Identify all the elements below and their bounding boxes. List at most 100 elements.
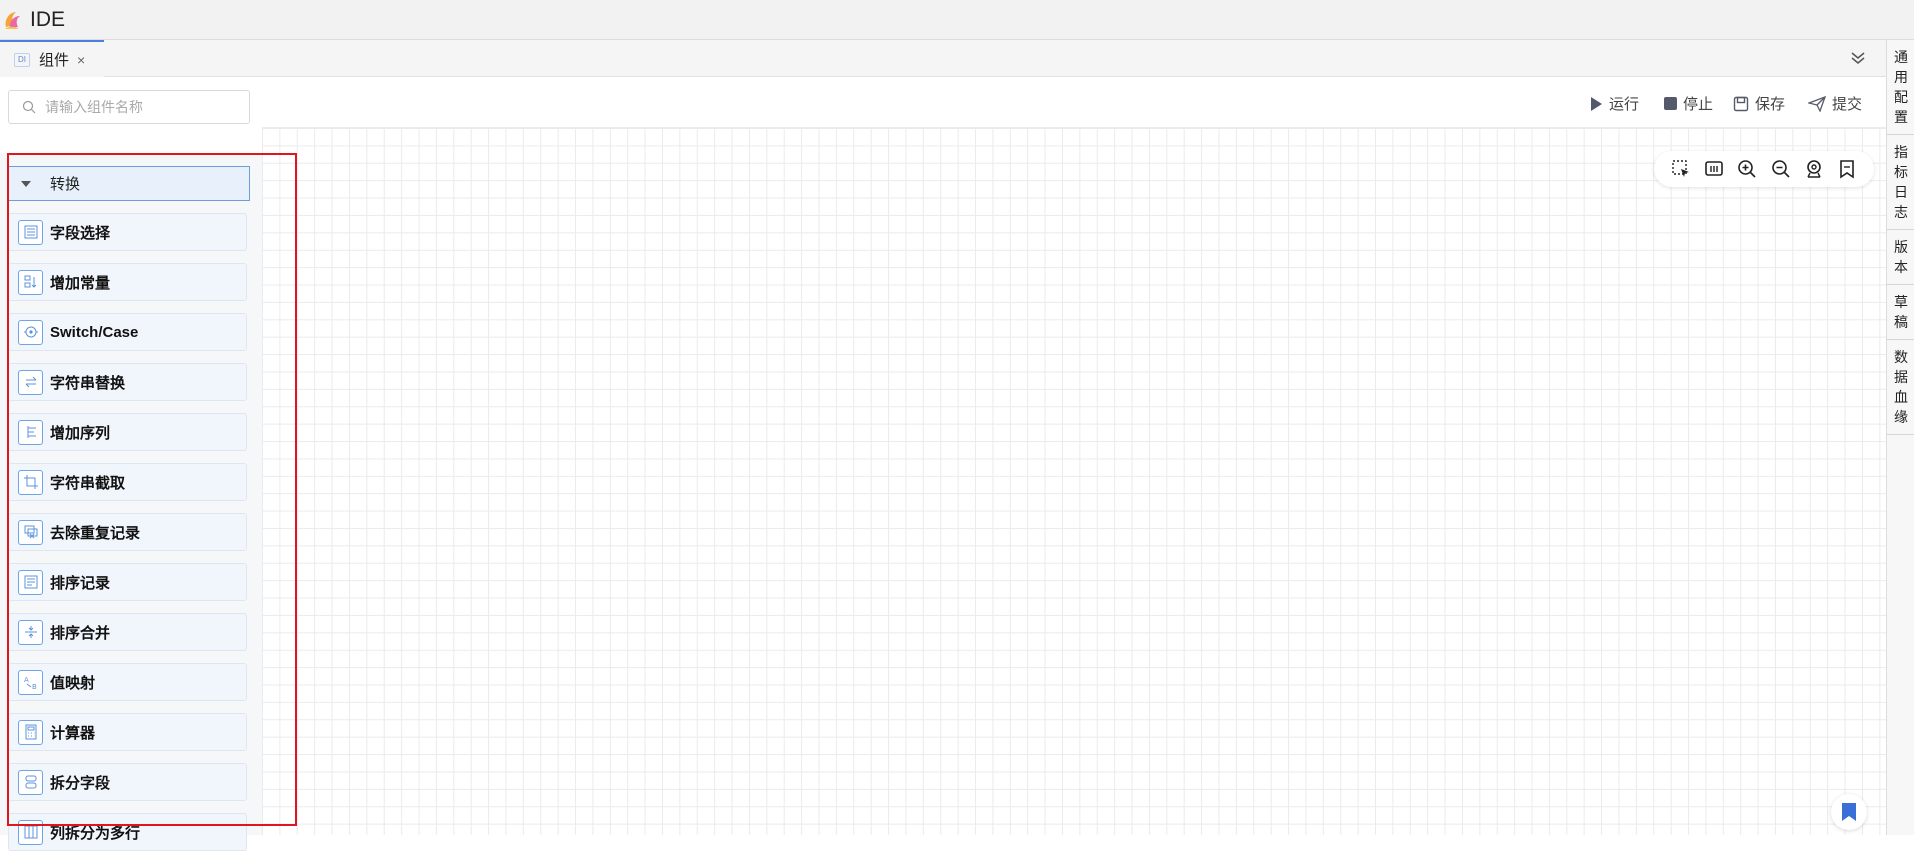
component-list: 字段选择 增加常量 Switch/Case 字符串替换 增加序列 字符串截取 去… [8, 213, 247, 863]
string-replace-icon [18, 369, 43, 395]
string-cut-icon [18, 469, 43, 495]
zoom-in-icon[interactable] [1736, 158, 1758, 180]
caret-down-icon [21, 180, 31, 187]
save-icon [1733, 96, 1749, 111]
title-bar: IDE [0, 0, 1914, 40]
component-item[interactable]: 增加常量 [8, 263, 247, 301]
canvas-toolbar [1654, 151, 1874, 187]
search-input[interactable] [45, 99, 245, 115]
field-select-icon [18, 219, 43, 245]
right-tab-version[interactable]: 版 本 [1887, 230, 1914, 285]
split-field-icon [18, 769, 43, 795]
submit-label: 提交 [1832, 96, 1863, 113]
fit-view-icon[interactable] [1703, 158, 1725, 180]
app-logo-icon [5, 11, 20, 29]
tab-components[interactable]: DI 组件 × [0, 40, 104, 77]
component-item[interactable]: 排序合并 [8, 613, 247, 651]
stop-icon [1664, 97, 1677, 110]
right-tab-char: 用 [1894, 69, 1908, 85]
component-item[interactable]: 排序记录 [8, 563, 247, 601]
component-item[interactable]: 字段选择 [8, 213, 247, 251]
calculator-icon [18, 719, 43, 745]
tab-badge: DI [14, 52, 30, 67]
run-button[interactable]: 运行 [1589, 93, 1639, 114]
locate-icon[interactable] [1803, 158, 1825, 180]
svg-text:A: A [24, 676, 29, 684]
floating-bookmark-button[interactable] [1831, 794, 1867, 830]
tab-label: 组件 [39, 52, 70, 69]
stop-button[interactable]: 停止 [1664, 93, 1713, 114]
double-chevron-down-icon[interactable] [1848, 48, 1868, 68]
group-label: 转换 [50, 176, 81, 193]
component-label: Switch/Case [50, 323, 139, 341]
right-tab-char: 本 [1894, 259, 1908, 275]
component-label: 字符串截取 [50, 474, 126, 492]
component-item[interactable]: 增加序列 [8, 413, 247, 451]
right-tab-char: 缘 [1894, 409, 1908, 425]
add-sequence-icon [18, 419, 43, 445]
add-constant-icon [18, 269, 43, 295]
component-label: 值映射 [50, 674, 96, 692]
component-label: 增加常量 [50, 274, 111, 292]
component-label: 排序合并 [50, 624, 111, 642]
right-tab-char: 稿 [1894, 314, 1908, 330]
dedupe-icon [18, 519, 43, 545]
component-item[interactable]: Switch/Case [8, 313, 247, 351]
flow-canvas[interactable] [262, 128, 1886, 835]
component-item[interactable]: 拆分字段 [8, 763, 247, 801]
search-icon [22, 100, 36, 114]
component-label: 排序记录 [50, 574, 111, 592]
value-mapping-icon: AB [18, 669, 43, 695]
component-item[interactable]: 字符串截取 [8, 463, 247, 501]
sort-records-icon [18, 569, 43, 595]
right-tab-draft[interactable]: 草 稿 [1887, 285, 1914, 340]
right-tab-char: 通 [1894, 49, 1908, 65]
box-select-icon[interactable] [1670, 158, 1692, 180]
component-label: 字段选择 [50, 224, 111, 242]
group-header-transform[interactable]: 转换 [8, 166, 250, 201]
right-tab-char: 数 [1894, 349, 1908, 365]
sort-merge-icon [18, 619, 43, 645]
right-tab-char: 血 [1894, 389, 1908, 405]
editor-toolbar: 运行 停止 保存 提交 [262, 77, 1886, 128]
right-side-panel: 通 用 配 置 指 标 日 志 版 本 草 稿 数 据 血 缘 [1886, 40, 1914, 835]
run-label: 运行 [1609, 96, 1640, 113]
right-tab-char: 版 [1894, 239, 1908, 255]
component-search[interactable] [8, 90, 250, 124]
play-icon [1591, 96, 1602, 111]
right-tab-metric-log[interactable]: 指 标 日 志 [1887, 135, 1914, 230]
component-label: 拆分字段 [50, 774, 111, 792]
component-item[interactable]: AB 值映射 [8, 663, 247, 701]
right-tab-data-lineage[interactable]: 数 据 血 缘 [1887, 340, 1914, 435]
app-title: IDE [30, 7, 66, 31]
send-icon [1808, 95, 1826, 112]
submit-button[interactable]: 提交 [1808, 93, 1862, 114]
switch-case-icon [18, 319, 43, 345]
right-tab-char: 指 [1894, 144, 1908, 160]
component-label: 去除重复记录 [50, 524, 141, 542]
close-icon[interactable]: × [77, 52, 85, 68]
right-tab-char: 日 [1894, 184, 1908, 200]
right-tab-general-config[interactable]: 通 用 配 置 [1887, 40, 1914, 135]
svg-text:B: B [32, 683, 37, 690]
save-label: 保存 [1755, 96, 1786, 113]
component-label: 增加序列 [50, 424, 111, 442]
right-tab-char: 标 [1894, 164, 1908, 180]
component-item[interactable]: 列拆分为多行 [8, 813, 247, 851]
component-item[interactable]: 计算器 [8, 713, 247, 751]
component-label: 计算器 [50, 724, 96, 742]
zoom-out-icon[interactable] [1770, 158, 1792, 180]
component-label: 字符串替换 [50, 374, 126, 392]
component-item[interactable]: 字符串替换 [8, 363, 247, 401]
right-tab-char: 草 [1894, 294, 1908, 310]
stop-label: 停止 [1683, 96, 1714, 113]
bookmark-icon[interactable] [1836, 158, 1858, 180]
component-item[interactable]: 去除重复记录 [8, 513, 247, 551]
component-label: 列拆分为多行 [50, 824, 141, 842]
component-panel: 转换 字段选择 增加常量 Switch/Case 字符串替换 [0, 77, 262, 851]
save-button[interactable]: 保存 [1733, 93, 1785, 114]
right-tab-char: 配 [1894, 89, 1908, 105]
bookmark-filled-icon [1842, 803, 1856, 821]
split-rows-icon [18, 819, 43, 845]
right-tab-char: 志 [1894, 204, 1908, 220]
